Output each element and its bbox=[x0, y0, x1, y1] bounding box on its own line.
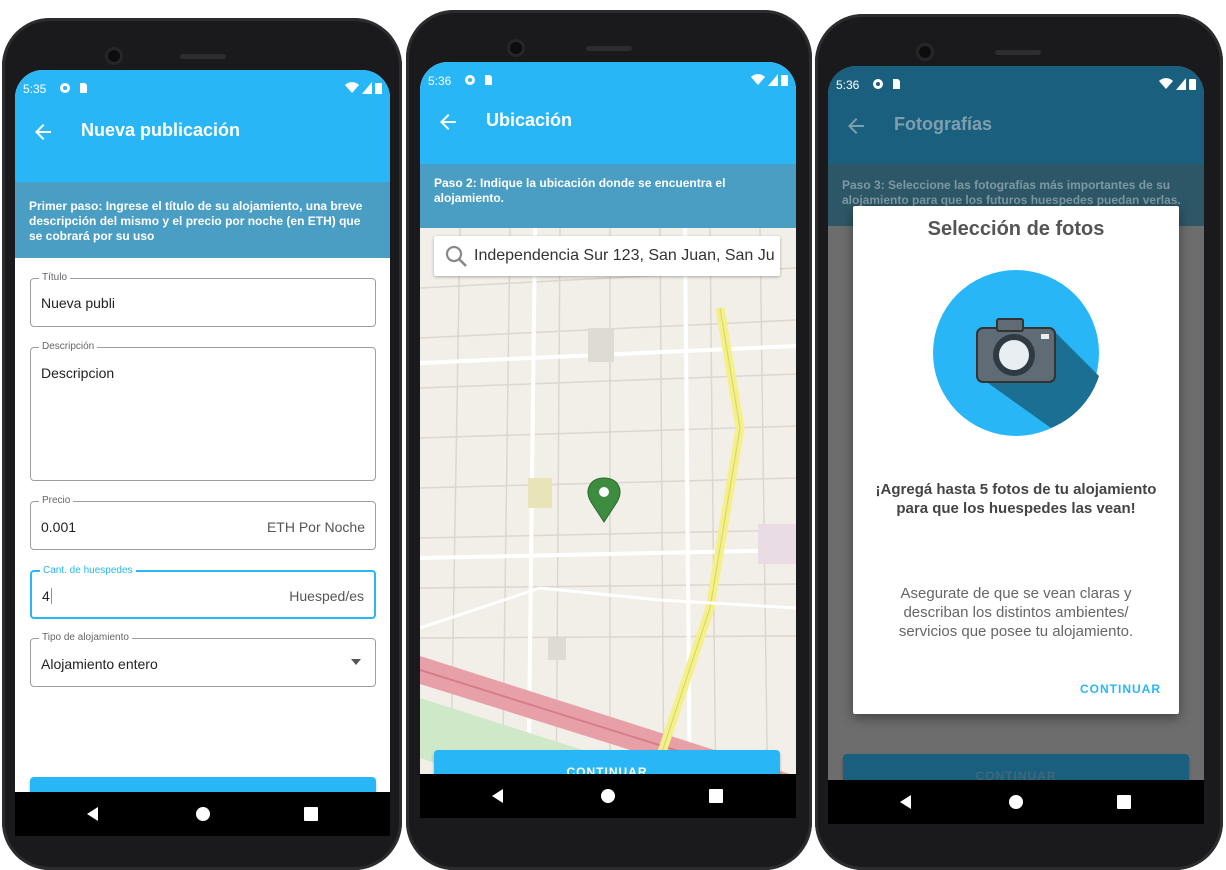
app-bar: Fotografías bbox=[828, 100, 1204, 152]
lodging-type-select[interactable]: Tipo de alojamiento Alojamiento entero bbox=[30, 632, 376, 687]
lodging-type-label: Tipo de alojamiento bbox=[39, 632, 132, 643]
back-arrow-icon[interactable] bbox=[31, 120, 55, 144]
dialog-continue-button[interactable]: CONTINUAR bbox=[1080, 682, 1161, 696]
phone-2: 5:36 Ubicación Paso 2: Indique la ubicac… bbox=[406, 10, 812, 870]
status-bar: 5:35 bbox=[15, 70, 390, 106]
lodging-type-value: Alojamiento entero bbox=[41, 656, 158, 672]
address-search-input[interactable]: Independencia Sur 123, San Juan, San Ju bbox=[474, 247, 774, 265]
price-value: 0.001 bbox=[41, 519, 77, 535]
app-notification-icon bbox=[873, 79, 883, 89]
status-time: 5:36 bbox=[428, 74, 452, 88]
nav-home-icon[interactable] bbox=[598, 786, 618, 806]
nav-bar bbox=[828, 780, 1204, 824]
description-value: Descripcion bbox=[41, 365, 115, 381]
guests-label: Cant. de huespedes bbox=[40, 565, 136, 576]
front-camera bbox=[108, 50, 120, 62]
hint-text: Paso 3: Seleccione las fotografías más i… bbox=[842, 178, 1181, 207]
hint-text: Primer paso: Ingrese el título de su alo… bbox=[29, 199, 363, 243]
map-view[interactable] bbox=[420, 228, 796, 818]
earpiece bbox=[180, 54, 226, 59]
wifi-icon bbox=[751, 74, 765, 85]
page-title: Ubicación bbox=[486, 110, 573, 130]
nav-recents-icon[interactable] bbox=[1114, 792, 1134, 812]
guests-field[interactable]: Cant. de huespedes 4 Huesped/es bbox=[30, 565, 376, 619]
app-bar: Nueva publicación bbox=[15, 106, 390, 158]
front-camera bbox=[510, 42, 522, 54]
back-arrow-icon[interactable] bbox=[844, 114, 868, 138]
app-notification-icon bbox=[465, 75, 475, 85]
title-value: Nueva publi bbox=[41, 295, 115, 311]
phone-1: 5:35 Nueva publicación Primer paso: Ingr… bbox=[2, 18, 402, 870]
signal-icon bbox=[1176, 78, 1186, 90]
front-camera bbox=[919, 46, 931, 58]
screen-ubicacion: 5:36 Ubicación Paso 2: Indique la ubicac… bbox=[420, 62, 796, 818]
nav-home-icon[interactable] bbox=[1006, 792, 1026, 812]
earpiece bbox=[995, 50, 1041, 55]
price-field[interactable]: Precio 0.001 ETH Por Noche bbox=[30, 495, 376, 550]
search-icon bbox=[445, 245, 467, 267]
price-label: Precio bbox=[39, 495, 74, 506]
description-label: Descripción bbox=[39, 341, 98, 352]
battery-icon bbox=[781, 75, 788, 86]
back-arrow-icon[interactable] bbox=[436, 110, 460, 134]
nav-recents-icon[interactable] bbox=[706, 786, 726, 806]
nav-bar bbox=[420, 774, 796, 818]
page-title: Nueva publicación bbox=[81, 120, 241, 140]
title-field[interactable]: Título Nueva publi bbox=[30, 272, 376, 327]
page-title: Fotografías bbox=[894, 114, 993, 134]
screen-nueva-publicacion: 5:35 Nueva publicación Primer paso: Ingr… bbox=[15, 70, 390, 836]
photo-selection-dialog: Selección de fotos ¡Agregá hasta 5 fotos… bbox=[853, 206, 1179, 714]
phone-3: 5:36 Fotografías Paso 3: Seleccione las … bbox=[815, 14, 1223, 870]
battery-icon bbox=[1189, 79, 1196, 90]
guests-value: 4 bbox=[42, 588, 52, 604]
status-bar: 5:36 bbox=[828, 66, 1204, 102]
status-time: 5:36 bbox=[836, 78, 860, 92]
battery-icon bbox=[375, 83, 382, 94]
wifi-icon bbox=[345, 82, 359, 93]
nav-recents-icon[interactable] bbox=[301, 804, 321, 824]
sd-card-icon bbox=[893, 79, 900, 89]
signal-icon bbox=[768, 74, 778, 86]
earpiece bbox=[586, 46, 632, 51]
dialog-headline: ¡Agregá hasta 5 fotos de tu alojamiento … bbox=[875, 481, 1157, 517]
status-bar: 5:36 bbox=[420, 62, 796, 98]
nav-home-icon[interactable] bbox=[193, 804, 213, 824]
address-search-bar[interactable]: Independencia Sur 123, San Juan, San Ju bbox=[434, 236, 780, 276]
signal-icon bbox=[362, 82, 372, 94]
sd-card-icon bbox=[485, 75, 492, 85]
screen-fotografias: 5:36 Fotografías Paso 3: Seleccione las … bbox=[828, 66, 1204, 824]
dialog-title: Selección de fotos bbox=[927, 218, 1105, 240]
description-field[interactable]: Descripción Descripcion bbox=[30, 341, 376, 481]
nav-back-icon[interactable] bbox=[896, 792, 916, 812]
dialog-body: Asegurate de que se vean claras y descri… bbox=[898, 585, 1134, 640]
app-notification-icon bbox=[60, 83, 70, 93]
dropdown-arrow-icon bbox=[351, 659, 361, 665]
nav-back-icon[interactable] bbox=[488, 786, 508, 806]
sd-card-icon bbox=[80, 83, 87, 93]
nav-bar bbox=[15, 792, 390, 836]
price-suffix: ETH Por Noche bbox=[266, 519, 365, 535]
status-time: 5:35 bbox=[23, 82, 47, 96]
hint-text: Paso 2: Indique la ubicación donde se en… bbox=[434, 176, 726, 205]
camera-illustration-icon bbox=[933, 270, 1099, 436]
guests-suffix: Huesped/es bbox=[289, 588, 364, 604]
wifi-icon bbox=[1159, 78, 1173, 89]
title-label: Título bbox=[39, 272, 71, 283]
app-bar: Ubicación bbox=[420, 96, 796, 148]
nav-back-icon[interactable] bbox=[83, 804, 103, 824]
